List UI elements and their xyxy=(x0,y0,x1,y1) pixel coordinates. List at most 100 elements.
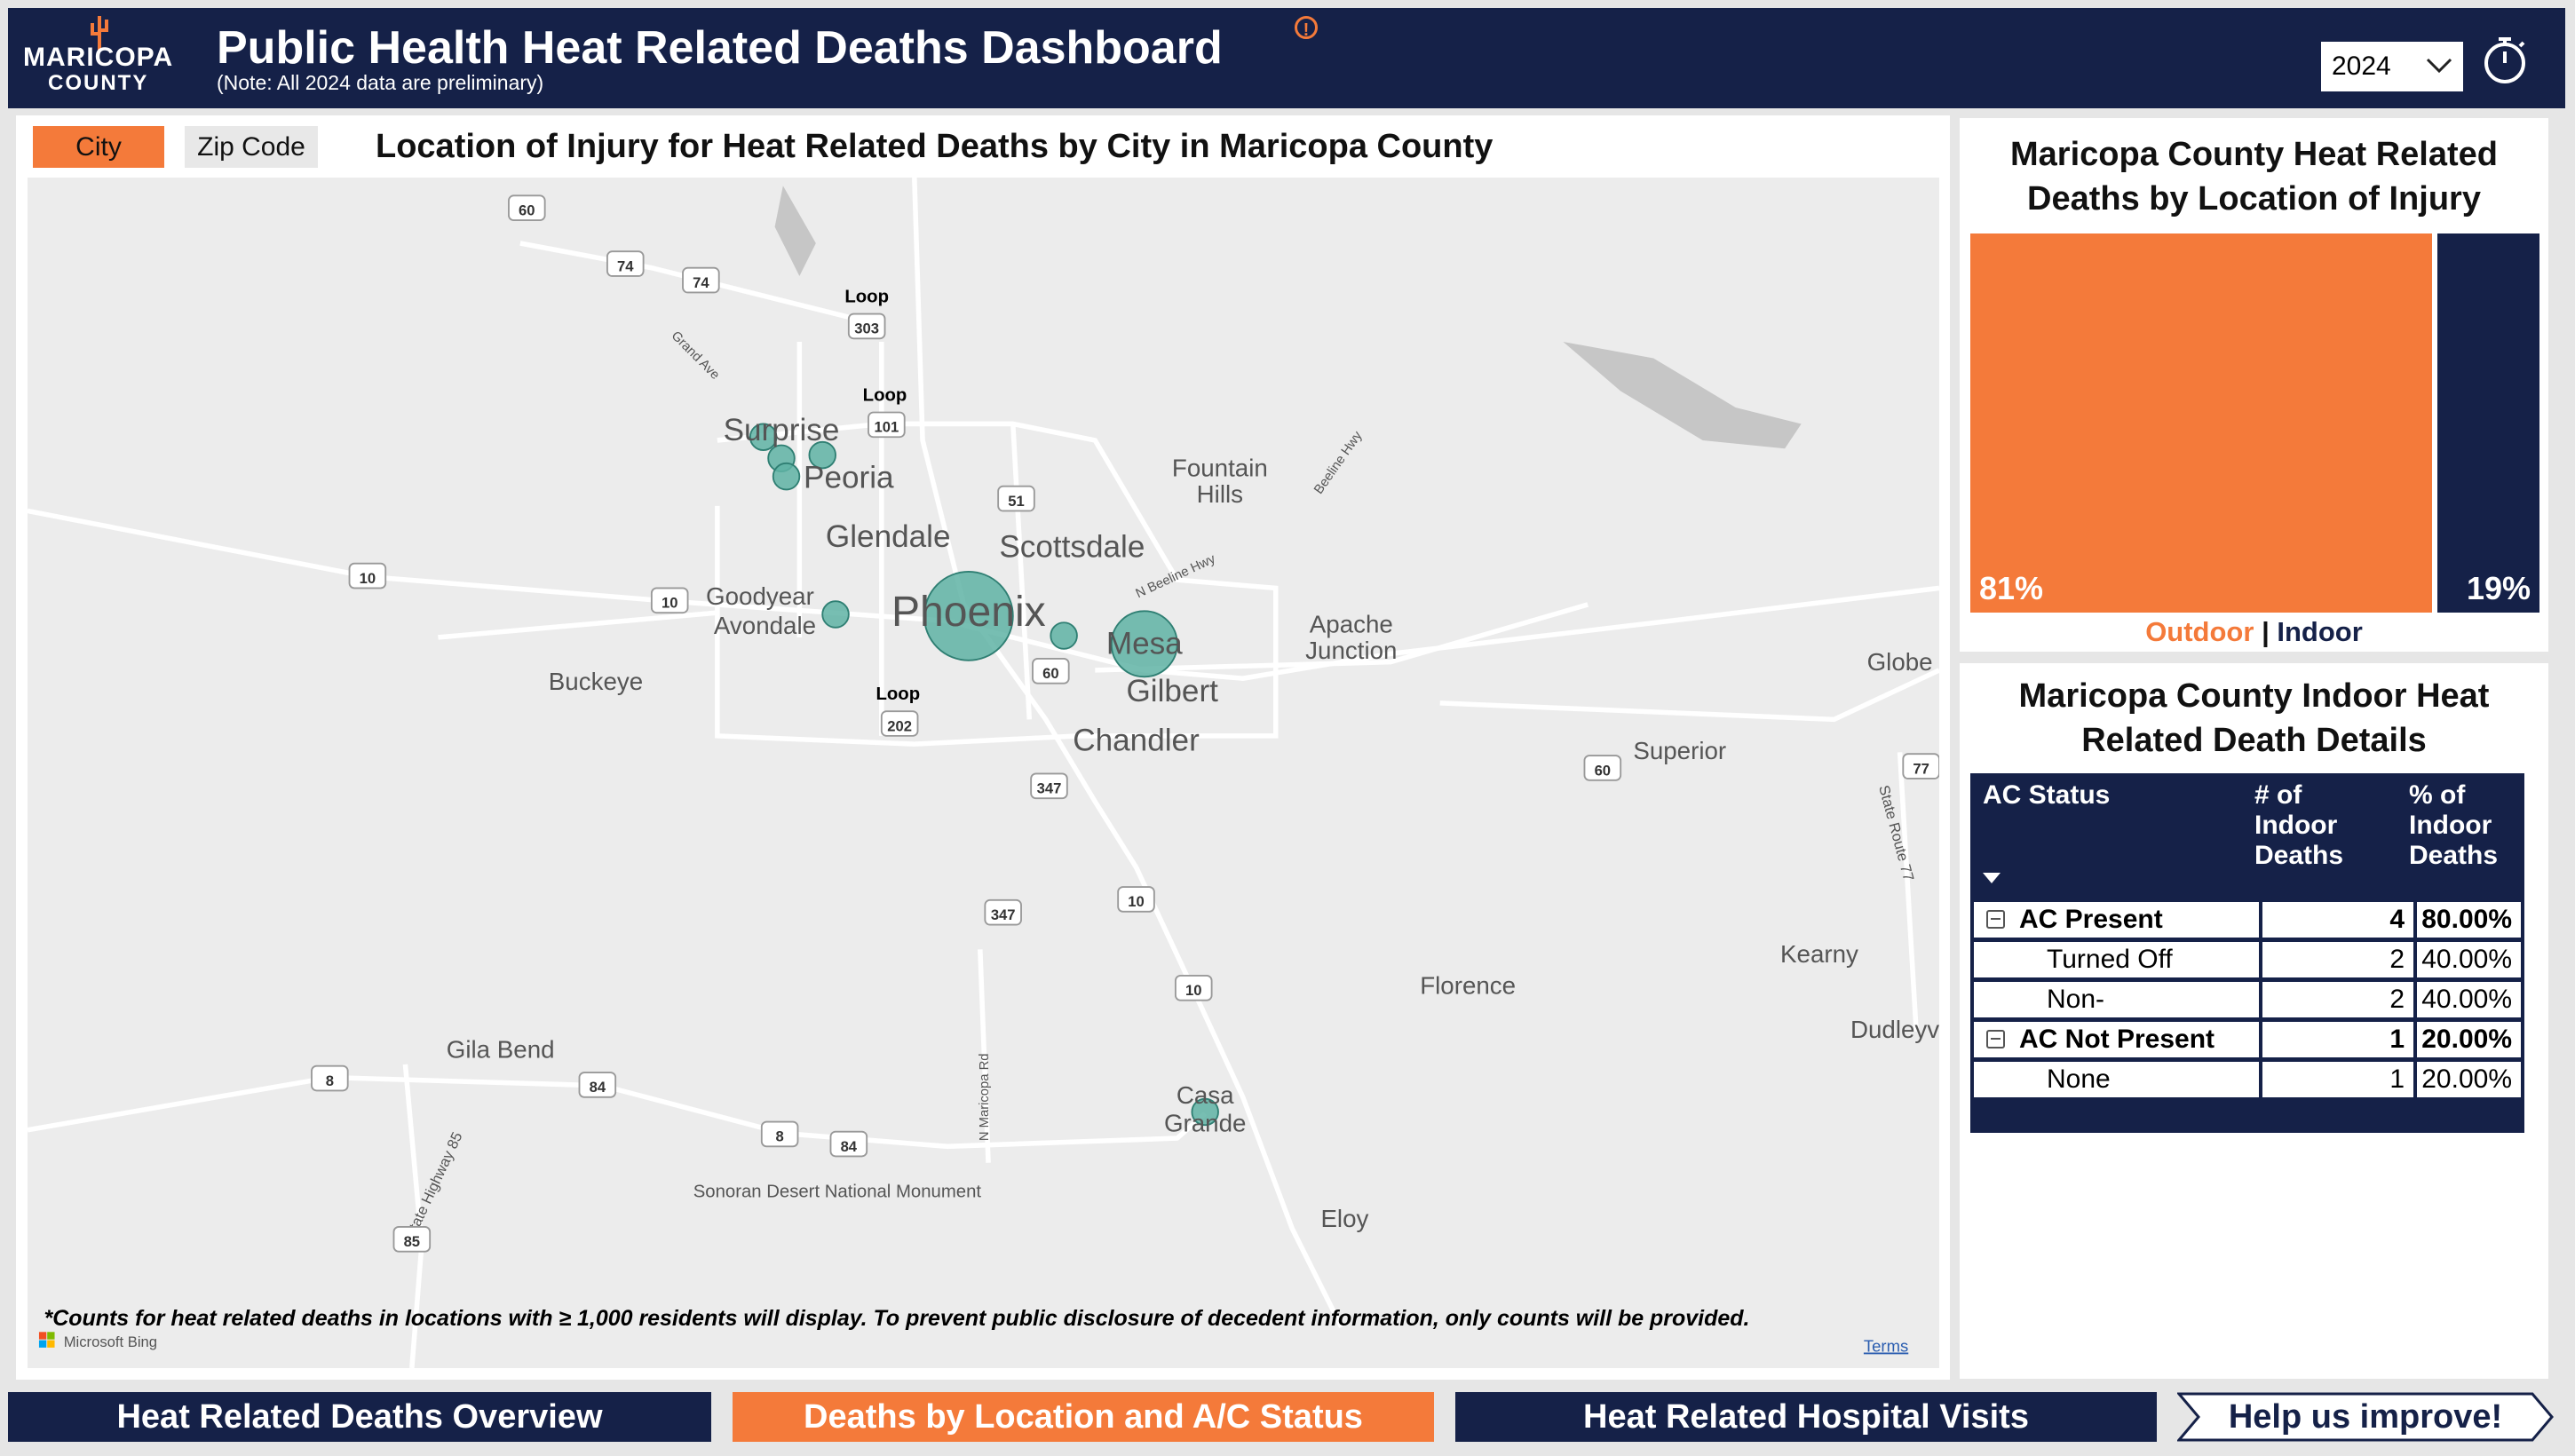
highway-number: 8 xyxy=(776,1128,784,1145)
collapse-icon[interactable] xyxy=(1986,1030,2005,1048)
city-label: Mesa xyxy=(1106,626,1183,661)
highway-number: 202 xyxy=(887,717,912,734)
city-toggle-button[interactable]: City xyxy=(33,126,164,168)
indoor-percent: 19% xyxy=(2466,570,2531,606)
highway-number: 347 xyxy=(991,906,1016,923)
microsoft-logo-icon xyxy=(38,1340,47,1348)
loop-label: Loop xyxy=(876,684,920,704)
logo-text: COUNTY xyxy=(48,71,149,95)
count-cell: 2 xyxy=(2262,942,2413,977)
table-row[interactable]: None 1 20.00% xyxy=(1974,1062,2521,1097)
table-row[interactable]: AC Not Present 1 20.00% xyxy=(1974,1022,2521,1057)
legend-separator: | xyxy=(2262,616,2270,647)
help-us-improve-button[interactable]: Help us improve! xyxy=(2177,1392,2554,1442)
highway-number: 60 xyxy=(1042,665,1059,682)
column-header-percent[interactable]: % of Indoor Deaths xyxy=(2409,780,2498,871)
city-label: Gilbert xyxy=(1126,674,1218,708)
panel-title: Related Death Details xyxy=(2081,722,2427,759)
treemap-outdoor[interactable]: 81% xyxy=(1970,233,2432,613)
ac-status-cell: AC Not Present xyxy=(1974,1022,2259,1057)
highway-number: 10 xyxy=(1185,982,1202,999)
year-value: 2024 xyxy=(2332,51,2391,81)
highway-number: 10 xyxy=(662,595,678,612)
highway-number: 74 xyxy=(693,274,709,291)
city-label: Apache xyxy=(1310,610,1393,637)
nav-location-ac-button[interactable]: Deaths by Location and A/C Status xyxy=(733,1392,1434,1442)
column-header-count[interactable]: # of Indoor Deaths xyxy=(2254,780,2343,871)
table-row[interactable]: Turned Off 2 40.00% xyxy=(1974,942,2521,977)
column-header-ac-status[interactable]: AC Status xyxy=(1983,780,2110,811)
map-title: Location of Injury for Heat Related Deat… xyxy=(376,128,1494,165)
city-label: Sonoran Desert National Monument xyxy=(693,1183,982,1202)
highway-number: 74 xyxy=(617,257,634,274)
count-cell: 4 xyxy=(2262,902,2413,938)
city-label: Eloy xyxy=(1320,1205,1368,1232)
treemap-indoor[interactable]: 19% xyxy=(2437,233,2539,613)
city-label: Surprise xyxy=(724,413,840,447)
terms-link[interactable]: Terms xyxy=(1864,1337,1908,1356)
death-count-bubble[interactable] xyxy=(821,600,850,629)
legend-outdoor: Outdoor xyxy=(2145,616,2254,647)
panel-title: Deaths by Location of Injury xyxy=(2027,180,2481,218)
nav-overview-button[interactable]: Heat Related Deaths Overview xyxy=(8,1392,711,1442)
highway-number: 10 xyxy=(1128,893,1145,910)
legend-indoor: Indoor xyxy=(2277,616,2363,647)
logo-text: MARICOPA xyxy=(23,43,174,72)
city-label: Dudleyv xyxy=(1850,1016,1939,1043)
highway-number: 101 xyxy=(874,419,899,436)
city-label: Superior xyxy=(1633,737,1726,764)
road-label: Grand Ave xyxy=(669,328,723,383)
death-count-bubble[interactable] xyxy=(772,462,801,491)
collapse-icon[interactable] xyxy=(1986,910,2005,929)
ac-status-cell: Turned Off xyxy=(1974,942,2259,977)
chevron-down-icon xyxy=(2426,58,2452,74)
city-label: Grande xyxy=(1164,1110,1247,1137)
highway-number: 8 xyxy=(326,1072,334,1089)
table-row[interactable]: Non- 2 40.00% xyxy=(1974,982,2521,1017)
zip-code-toggle-button[interactable]: Zip Code xyxy=(185,126,318,168)
city-label: Glendale xyxy=(826,519,951,554)
loop-label: Loop xyxy=(844,288,889,307)
count-cell: 1 xyxy=(2262,1022,2413,1057)
city-label: Globe xyxy=(1867,648,1933,676)
help-label: Help us improve! xyxy=(2228,1398,2503,1436)
map[interactable]: Surprise Peoria Glendale Scottsdale Fountain… xyxy=(28,178,1939,1368)
outdoor-percent: 81% xyxy=(1979,570,2044,606)
city-label: Junction xyxy=(1305,637,1397,664)
city-label: Chandler xyxy=(1073,724,1200,758)
sort-descending-icon[interactable] xyxy=(1983,873,2001,885)
city-label: Peoria xyxy=(804,461,894,495)
year-dropdown[interactable]: 2024 xyxy=(2321,42,2463,91)
table-row[interactable]: AC Present 4 80.00% xyxy=(1974,902,2521,938)
preliminary-note: (Note: All 2024 data are preliminary) xyxy=(217,71,544,94)
highway-number: 347 xyxy=(1037,780,1062,797)
highway-number: 60 xyxy=(1595,762,1612,779)
highway-number: 84 xyxy=(590,1079,606,1096)
stopwatch-icon[interactable] xyxy=(2483,36,2527,85)
info-icon[interactable]: ! xyxy=(1295,16,1318,40)
road-label: Beeline Hwy xyxy=(1311,429,1366,497)
city-label: Scottsdale xyxy=(999,529,1145,564)
ac-status-cell: None xyxy=(1974,1062,2259,1097)
death-count-bubble[interactable] xyxy=(1050,621,1078,650)
count-cell: 1 xyxy=(2262,1062,2413,1097)
city-label: Gila Bend xyxy=(447,1035,555,1063)
highway-number: 77 xyxy=(1913,760,1929,777)
road-label: N Maricopa Rd xyxy=(978,1054,992,1142)
percent-cell: 20.00% xyxy=(2417,1062,2521,1097)
ac-status-cell: AC Present xyxy=(1974,902,2259,938)
highway-number: 60 xyxy=(519,202,535,219)
indoor-deaths-table: AC Status # of Indoor Deaths % of Indoor Dea… xyxy=(1970,773,2524,1133)
treemap-legend: Outdoor | Indoor xyxy=(1960,616,2548,648)
city-label: Kearny xyxy=(1780,940,1858,968)
panel-title: Maricopa County Indoor Heat xyxy=(2018,677,2490,715)
percent-cell: 20.00% xyxy=(2417,1022,2521,1057)
city-label: Hills xyxy=(1197,480,1243,508)
highway-number: 84 xyxy=(841,1138,858,1155)
city-label: Casa xyxy=(1177,1081,1234,1109)
lakes xyxy=(774,186,1802,449)
city-label: Goodyear xyxy=(706,582,814,610)
maricopa-county-logo: MARICOPA COUNTY xyxy=(14,16,174,96)
nav-hospital-visits-button[interactable]: Heat Related Hospital Visits xyxy=(1455,1392,2157,1442)
road-label: N Beeline Hwy xyxy=(1134,552,1218,602)
